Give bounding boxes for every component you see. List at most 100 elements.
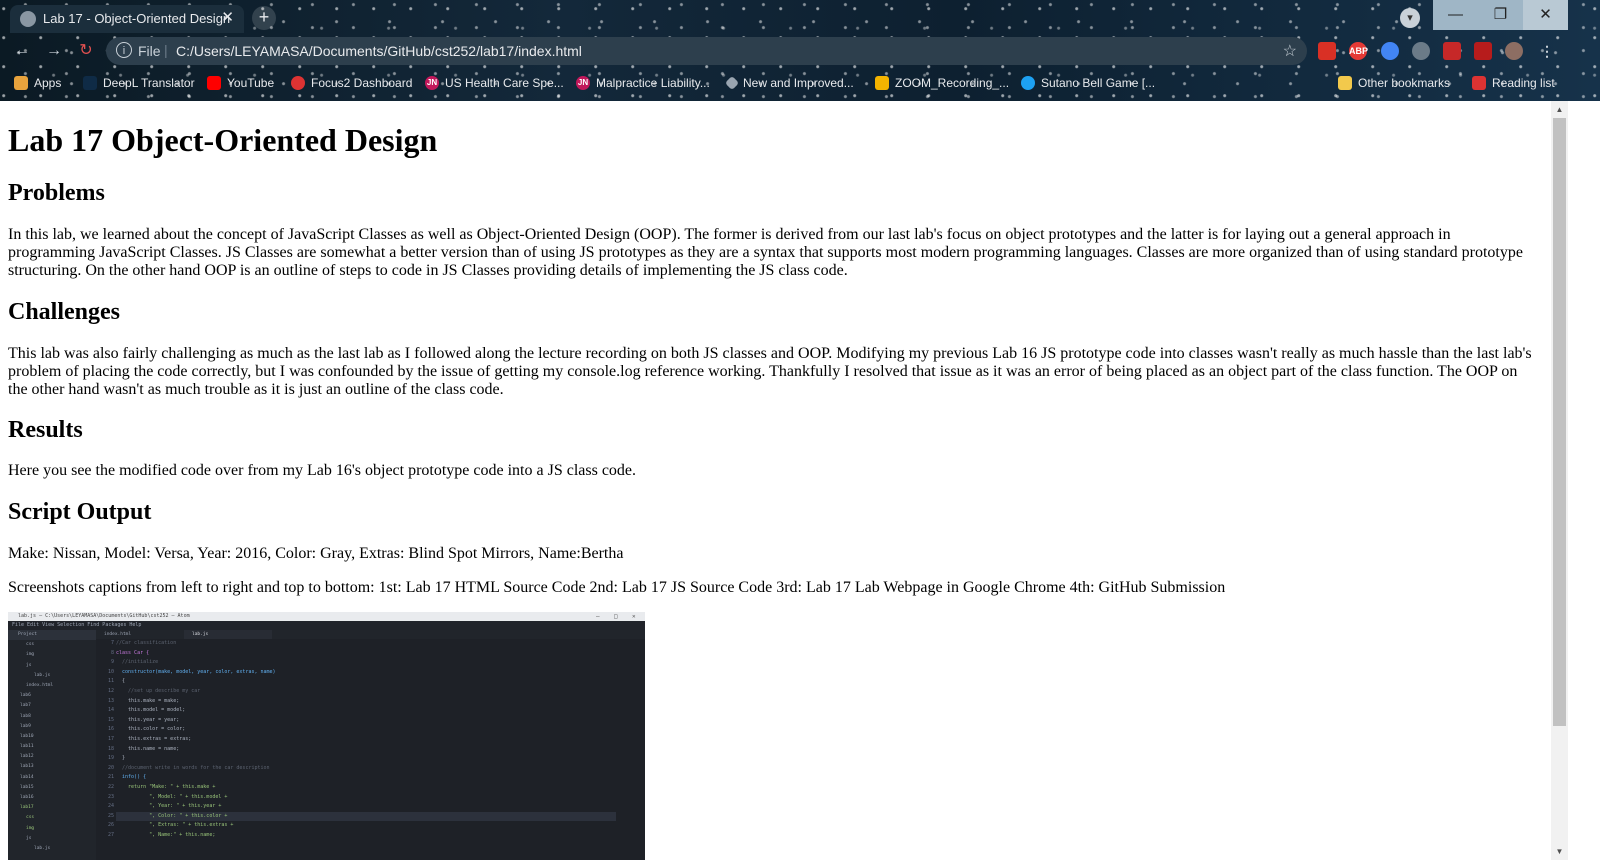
tree-item: js	[26, 835, 32, 841]
tree-item: lab11	[20, 744, 34, 750]
tree-item: img	[26, 825, 35, 831]
restore-button[interactable]: ❐	[1478, 0, 1523, 30]
reading-list-label: Reading list	[1492, 76, 1555, 90]
search-extension-icon[interactable]	[1381, 42, 1399, 60]
forward-arrow-icon[interactable]: →	[44, 41, 64, 61]
tree-item: lab.js	[34, 672, 51, 678]
problems-text: In this lab, we learned about the concep…	[8, 226, 1523, 279]
new-tab-button[interactable]: +	[252, 6, 276, 30]
tree-item: lab7	[20, 703, 31, 709]
tree-item: lab16	[20, 795, 34, 800]
code-line: this.name = name;	[116, 745, 180, 752]
line-number: 16	[107, 726, 114, 733]
code-line: ", Model: " + this.model +	[116, 793, 228, 800]
bookmark-other[interactable]: Other bookmarks	[1338, 74, 1450, 92]
scroll-up-arrow-icon[interactable]: ▲	[1551, 101, 1568, 118]
line-number: 23	[107, 793, 114, 800]
bookmark-label: Apps	[34, 76, 62, 90]
extension-media-icon[interactable]	[1474, 42, 1492, 60]
line-number: 14	[107, 707, 114, 714]
challenges-heading: Challenges	[8, 299, 121, 325]
twitter-icon	[1021, 76, 1035, 90]
bookmark-youtube[interactable]: YouTube	[207, 74, 274, 92]
reload-icon[interactable]: ↻	[76, 41, 96, 61]
jn-icon: JN	[425, 76, 439, 90]
code-screenshot-image: lab.js — C:\Users\LEYAMASA\Documents\Git…	[8, 612, 645, 860]
bookmark-deepl[interactable]: DeepL Translator	[83, 74, 195, 92]
editor-line-numbers: 7 8 9 10 11 12 13 14 15 16 17 18 19 20 2…	[96, 639, 114, 860]
bookmark-us-health-care[interactable]: JN US Health Care Spe...	[425, 74, 564, 92]
settings-gear-icon[interactable]	[1412, 42, 1430, 60]
tab-search-icon[interactable]: ▾	[1400, 8, 1420, 28]
bookmark-label: ZOOM_Recording_...	[895, 76, 1010, 90]
bookmark-apps[interactable]: Apps	[14, 74, 61, 92]
extension-puzzle-red-icon[interactable]	[1443, 42, 1461, 60]
code-line: this.make = make;	[116, 697, 180, 704]
screenshots-caption: Screenshots captions from left to right …	[8, 579, 1226, 596]
bookmark-sutano-bell[interactable]: Sutano Bell Game [...	[1021, 74, 1155, 92]
editor-tab: index.html	[96, 630, 184, 639]
tab-close-icon[interactable]: ✕	[221, 8, 234, 26]
line-number: 7	[110, 640, 114, 646]
editor-code: //Car classification class Car { //initi…	[116, 639, 616, 860]
adblock-plus-icon[interactable]: ABP	[1349, 42, 1368, 60]
focus2-icon	[291, 76, 305, 90]
bookmark-focus2[interactable]: Focus2 Dashboard	[291, 74, 412, 92]
script-output-heading: Script Output	[8, 499, 152, 525]
tree-item: img	[26, 652, 35, 658]
editor-restore-icon: □	[614, 613, 618, 620]
editor-file-tree: Project css img js lab.js index.html lab…	[8, 630, 96, 860]
bookmark-label: YouTube	[227, 76, 275, 90]
code-line: ", Name:" + this.name;	[116, 831, 216, 838]
line-number: 9	[110, 659, 114, 666]
code-line: this.color = color;	[116, 726, 186, 733]
close-window-button[interactable]: ✕	[1523, 0, 1568, 30]
line-number: 25	[107, 812, 114, 819]
editor-tabs: index.html lab.js	[96, 630, 645, 639]
tree-item: lab14	[20, 774, 34, 780]
browser-chrome: Lab 17 - Object-Oriented Design ✕ + ▾ — …	[0, 0, 1600, 101]
line-number: 24	[107, 803, 114, 810]
code-line: //initialize	[116, 659, 159, 666]
line-number: 20	[107, 764, 114, 771]
line-number: 22	[107, 783, 114, 790]
url-text[interactable]: C:/Users/LEYAMASA/Documents/GitHub/cst25…	[176, 43, 582, 59]
editor-tab: lab.js	[184, 630, 272, 639]
tree-item: lab9	[20, 723, 31, 729]
deepl-icon	[83, 76, 97, 90]
menu-kebab-icon[interactable]: ⋮	[1538, 42, 1556, 60]
profile-avatar[interactable]	[1505, 42, 1523, 60]
code-line: //document write in words for the car de…	[116, 764, 270, 771]
tree-item: lab13	[20, 764, 34, 770]
bookmark-star-icon[interactable]: ☆	[1283, 41, 1297, 61]
url-separator: |	[164, 42, 168, 58]
tree-item: js	[26, 662, 32, 668]
bookmark-label: Other bookmarks	[1358, 76, 1451, 90]
code-line: }	[116, 755, 126, 762]
folder-icon	[1338, 76, 1352, 90]
bookmark-malpractice[interactable]: JN Malpractice Liability...	[576, 74, 710, 92]
reading-list[interactable]: Reading list	[1472, 74, 1555, 92]
minimize-button[interactable]: —	[1433, 0, 1478, 30]
scrollbar-thumb[interactable]	[1553, 118, 1566, 726]
scroll-down-arrow-icon[interactable]: ▼	[1551, 843, 1568, 860]
script-output-text: Make: Nissan, Model: Versa, Year: 2016, …	[8, 545, 624, 562]
apps-grid-icon	[14, 76, 28, 90]
line-number: 8	[110, 649, 114, 656]
tab-favicon-icon	[20, 11, 36, 27]
site-info-icon[interactable]: i	[116, 42, 132, 58]
vertical-scrollbar[interactable]: ▲ ▼	[1551, 101, 1568, 860]
bookmark-new-and-improved[interactable]: New and Improved...	[724, 74, 854, 92]
address-bar[interactable]: i File | C:/Users/LEYAMASA/Documents/Git…	[106, 37, 1307, 65]
back-arrow-icon[interactable]: ←	[12, 41, 32, 61]
extension-red-icon[interactable]	[1318, 42, 1336, 60]
bookmark-zoom-recording[interactable]: ZOOM_Recording_...	[875, 74, 1009, 92]
line-number: 12	[107, 687, 114, 694]
code-line: this.year = year;	[116, 716, 180, 723]
tree-item: css	[26, 815, 35, 821]
tree-item: lab.js	[34, 845, 51, 851]
browser-tab[interactable]: Lab 17 - Object-Oriented Design ✕	[10, 5, 244, 33]
tree-item: lab12	[20, 754, 34, 760]
tree-item: lab6	[20, 693, 31, 699]
code-line: this.extras = extras;	[116, 735, 192, 742]
